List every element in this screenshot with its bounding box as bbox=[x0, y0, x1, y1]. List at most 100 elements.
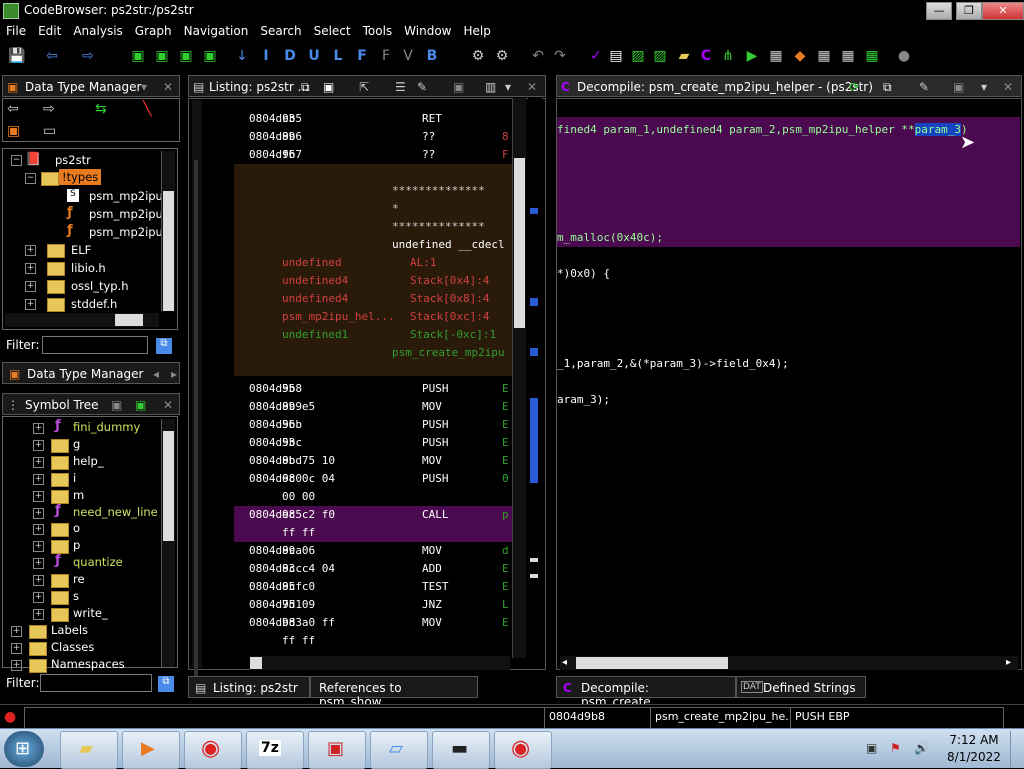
plate-comment[interactable]: * bbox=[392, 202, 399, 220]
memory-icon[interactable]: ▦ bbox=[768, 48, 784, 64]
decompile-copy-icon[interactable]: ⧉ bbox=[883, 80, 892, 95]
no-icon[interactable]: ╲ bbox=[143, 101, 151, 117]
menu-search[interactable]: Search bbox=[254, 22, 307, 42]
scroll-thumb[interactable] bbox=[163, 431, 174, 541]
param-type[interactable]: undefined4 bbox=[282, 274, 348, 292]
decompile-bottom-tab[interactable]: C Decompile: psm_create_... bbox=[556, 676, 736, 709]
decompile-snapshot-icon[interactable]: ▣ bbox=[953, 80, 964, 94]
folder-icon[interactable]: ▰ bbox=[676, 48, 692, 64]
volume-icon[interactable]: 🔊 bbox=[914, 741, 929, 755]
close-button[interactable]: ✕ bbox=[982, 2, 1024, 20]
param-type[interactable]: undefined1 bbox=[282, 328, 348, 346]
listing-bytes[interactable]: 89 e5 bbox=[282, 400, 315, 418]
network-icon[interactable]: ▣ bbox=[866, 741, 877, 755]
spreadsheet-icon[interactable]: ▦ bbox=[864, 48, 880, 64]
symbol-add-icon[interactable]: ▣ bbox=[111, 398, 122, 412]
tab-scroll-right-icon[interactable]: ▸ bbox=[171, 367, 177, 381]
dtm-footer-tab[interactable]: ▣ Data Type Manager ◂ ▸ bbox=[2, 362, 180, 384]
function-label[interactable]: psm_create_mp2ipu bbox=[392, 346, 505, 364]
graph-icon[interactable]: ⋔ bbox=[720, 48, 736, 64]
listing-close-icon[interactable]: ✕ bbox=[527, 80, 537, 94]
listing-fields-icon[interactable]: ☰ bbox=[395, 80, 406, 94]
start-button[interactable]: ⊞ bbox=[4, 731, 44, 767]
taskbar-app[interactable]: ▣ bbox=[308, 731, 366, 769]
menu-analysis[interactable]: Analysis bbox=[67, 22, 128, 42]
menu-file[interactable]: File bbox=[0, 22, 32, 42]
taskbar-media-player[interactable]: ▶ bbox=[122, 731, 180, 769]
listing-mnemonic[interactable]: RET bbox=[422, 112, 442, 130]
label-icon[interactable]: L bbox=[330, 48, 346, 64]
filter-options-icon[interactable]: ⧉ bbox=[158, 676, 174, 692]
decompile-refresh-icon[interactable]: ⟳ bbox=[849, 80, 859, 94]
value-icon[interactable]: V bbox=[400, 48, 416, 64]
listing-mnemonic[interactable]: MOV bbox=[422, 616, 442, 634]
listing-operand[interactable]: E bbox=[502, 418, 509, 436]
param-location[interactable]: Stack[0xc]:4 bbox=[410, 310, 489, 328]
listing-mnemonic[interactable]: ADD bbox=[422, 562, 442, 580]
decompile-horizontal-scrollbar[interactable]: ◂ ▸ bbox=[560, 656, 1018, 670]
decompile-return-line[interactable]: aram_3); bbox=[557, 393, 610, 406]
table-icon-2[interactable]: ▦ bbox=[840, 48, 856, 64]
navigate-icon-4[interactable]: ▣ bbox=[202, 48, 218, 64]
listing-mnemonic[interactable]: PUSH bbox=[422, 418, 449, 436]
undo-icon[interactable]: ↶ bbox=[530, 48, 546, 64]
menu-select[interactable]: Select bbox=[308, 22, 357, 42]
listing-operand[interactable]: E bbox=[502, 454, 509, 472]
symbol-close-icon[interactable]: ✕ bbox=[163, 398, 173, 412]
listing-bytes[interactable]: c3 bbox=[282, 112, 295, 130]
listing-bytes[interactable]: 56 bbox=[282, 418, 295, 436]
param-location[interactable]: AL:1 bbox=[410, 256, 437, 274]
listing-bytes[interactable]: 68 0c 04 bbox=[282, 472, 335, 490]
decompile-menu-icon[interactable]: ▾ bbox=[981, 80, 987, 94]
plate-comment[interactable]: ************** bbox=[392, 220, 485, 238]
listing-operand[interactable]: E bbox=[502, 400, 509, 418]
symbol-filter-input[interactable] bbox=[40, 674, 152, 692]
listing-bytes[interactable]: 00 00 bbox=[282, 490, 315, 508]
listing-mnemonic[interactable]: JNZ bbox=[422, 598, 442, 616]
listing-bytes[interactable]: 83 c4 04 bbox=[282, 562, 335, 580]
listing-view-icon[interactable]: ▥ bbox=[485, 80, 496, 94]
listing-mnemonic[interactable]: MOV bbox=[422, 454, 442, 472]
param-location[interactable]: Stack[-0xc]:1 bbox=[410, 328, 496, 346]
listing-operand[interactable]: d bbox=[502, 544, 509, 562]
listing-operand[interactable]: 8 bbox=[502, 130, 509, 148]
image-icon-2[interactable]: ▨ bbox=[652, 48, 668, 64]
redo-icon[interactable]: ↷ bbox=[552, 48, 568, 64]
tool-icon-2[interactable]: ⚙ bbox=[494, 48, 510, 64]
listing-mnemonic[interactable]: MOV bbox=[422, 544, 442, 562]
back-icon[interactable]: ⇦ bbox=[7, 101, 19, 117]
param-location[interactable]: Stack[0x4]:4 bbox=[410, 274, 489, 292]
listing-overview-bar[interactable] bbox=[528, 98, 542, 658]
listing-bytes[interactable]: 89 06 bbox=[282, 544, 315, 562]
show-desktop-button[interactable] bbox=[1010, 731, 1022, 767]
select-cursor-icon[interactable]: ⇱ bbox=[359, 80, 369, 94]
copy-icon[interactable]: ⧉ bbox=[301, 80, 310, 95]
forward-icon[interactable]: ⇨ bbox=[43, 101, 55, 117]
plate-comment[interactable]: ************** bbox=[392, 184, 485, 202]
listing-edit-icon[interactable]: ✎ bbox=[417, 80, 427, 94]
symbol-refresh-icon[interactable]: ▣ bbox=[135, 398, 146, 412]
menu-graph[interactable]: Graph bbox=[129, 22, 178, 42]
bytes-view-icon[interactable]: ▤ bbox=[608, 48, 624, 64]
param-location[interactable]: Stack[0x8]:4 bbox=[410, 292, 489, 310]
scroll-thumb[interactable] bbox=[514, 158, 525, 328]
listing-bytes[interactable]: ff ff bbox=[282, 634, 315, 652]
decompile-if-line[interactable]: *)0x0) { bbox=[557, 267, 610, 280]
run-icon[interactable]: ▶ bbox=[744, 48, 760, 64]
back-arrow-icon[interactable]: ⇦ bbox=[44, 48, 60, 64]
function-icon[interactable]: F bbox=[354, 48, 370, 64]
listing-mnemonic[interactable]: ?? bbox=[422, 130, 435, 148]
taskbar-7zip[interactable]: 7z bbox=[246, 731, 304, 769]
instruction-icon[interactable]: I bbox=[258, 48, 274, 64]
listing-mnemonic[interactable]: ?? bbox=[422, 148, 435, 166]
data-icon[interactable]: D bbox=[282, 48, 298, 64]
vertical-scrollbar[interactable] bbox=[161, 419, 175, 667]
clock-time[interactable]: 7:12 AM bbox=[944, 733, 1004, 749]
scroll-thumb[interactable] bbox=[576, 657, 728, 669]
listing-operand[interactable]: 0 bbox=[502, 472, 509, 490]
listing-mnemonic[interactable]: CALL bbox=[422, 508, 449, 526]
navigate-icon[interactable]: ▣ bbox=[130, 48, 146, 64]
down-arrow-icon[interactable]: ↓ bbox=[234, 48, 250, 64]
decompile-call-line[interactable]: _1,param_2,&(*param_3)->field_0x4); bbox=[557, 357, 789, 370]
maximize-button[interactable]: ❐ bbox=[956, 2, 982, 20]
